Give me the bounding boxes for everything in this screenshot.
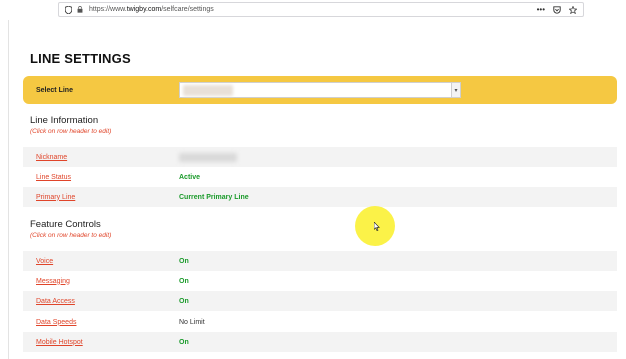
pocket-icon[interactable] (553, 5, 561, 14)
feature-controls-hint: (Click on row header to edit) (30, 232, 112, 239)
chevron-down-icon[interactable]: ▾ (451, 83, 460, 97)
row-value-line-status: Active (179, 173, 201, 181)
mouse-pointer-icon (374, 222, 380, 231)
redacted-line-value (183, 85, 233, 96)
row-value-voice: On (179, 257, 189, 265)
row-header-primary-line[interactable]: Primary Line (36, 194, 179, 201)
select-line-bar: Select Line ▾ (23, 76, 617, 104)
line-information-hint: (Click on row header to edit) (30, 128, 112, 135)
page-content: LINE SETTINGS Select Line ▾ Line Informa… (8, 20, 626, 359)
line-information-heading: Line Information (30, 115, 99, 126)
row-header-messaging[interactable]: Messaging (36, 278, 179, 285)
table-row: Mobile Hotspot On (23, 332, 617, 352)
row-value-data-access: On (179, 297, 189, 305)
select-line-label: Select Line (36, 86, 73, 94)
table-row: Data Speeds No Limit (23, 312, 617, 332)
row-header-nickname[interactable]: Nickname (36, 154, 179, 161)
url-text: https://www.twigby.com/selfcare/settings (89, 6, 214, 13)
page-title: LINE SETTINGS (30, 51, 131, 66)
row-value-mobile-hotspot: On (179, 338, 189, 346)
table-row: Data Access On (23, 291, 617, 311)
row-header-data-speeds[interactable]: Data Speeds (36, 319, 179, 326)
table-row: Voice On (23, 251, 617, 271)
table-row: Primary Line Current Primary Line (23, 187, 617, 207)
row-header-mobile-hotspot[interactable]: Mobile Hotspot (36, 339, 179, 346)
row-value-messaging: On (179, 277, 189, 285)
row-value-data-speeds: No Limit (179, 318, 205, 326)
table-row: Line Status Active (23, 167, 617, 187)
table-row: Nickname (23, 147, 617, 167)
table-row: Messaging On (23, 271, 617, 291)
address-bar[interactable]: https://www.twigby.com/selfcare/settings… (58, 2, 584, 17)
row-value-primary-line: Current Primary Line (179, 193, 249, 201)
more-icon[interactable]: ••• (537, 5, 545, 14)
shield-icon[interactable] (65, 5, 72, 14)
row-header-voice[interactable]: Voice (36, 258, 179, 265)
star-icon[interactable] (569, 5, 577, 14)
row-header-line-status[interactable]: Line Status (36, 174, 179, 181)
select-line-dropdown[interactable]: ▾ (179, 82, 461, 98)
redacted-nickname (179, 152, 237, 162)
feature-controls-heading: Feature Controls (30, 219, 101, 230)
lock-icon[interactable] (77, 6, 83, 13)
row-value-nickname (179, 152, 237, 162)
row-header-data-access[interactable]: Data Access (36, 298, 179, 305)
